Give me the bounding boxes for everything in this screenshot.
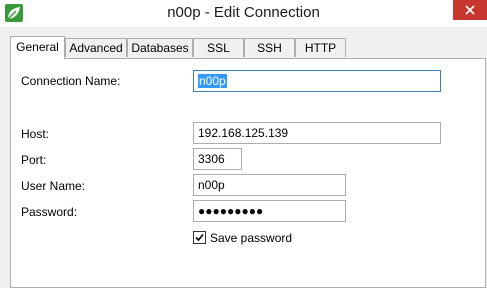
connection-name-value: n00p (198, 74, 227, 88)
host-field[interactable]: 192.168.125.139 (193, 122, 441, 144)
password-label: Password: (21, 205, 78, 219)
save-password-label[interactable]: Save password (210, 231, 292, 245)
host-label: Host: (21, 127, 50, 141)
user-name-label: User Name: (21, 179, 86, 193)
user-name-field[interactable]: n00p (193, 174, 346, 196)
save-password-checkbox[interactable] (193, 231, 206, 244)
connection-name-field[interactable]: n00p (193, 70, 441, 92)
port-label: Port: (21, 153, 47, 167)
port-field[interactable]: 3306 (193, 148, 242, 170)
checkmark-icon (195, 233, 204, 242)
connection-name-label: Connection Name: (21, 74, 121, 88)
password-field[interactable]: ●●●●●●●●● (193, 200, 346, 222)
